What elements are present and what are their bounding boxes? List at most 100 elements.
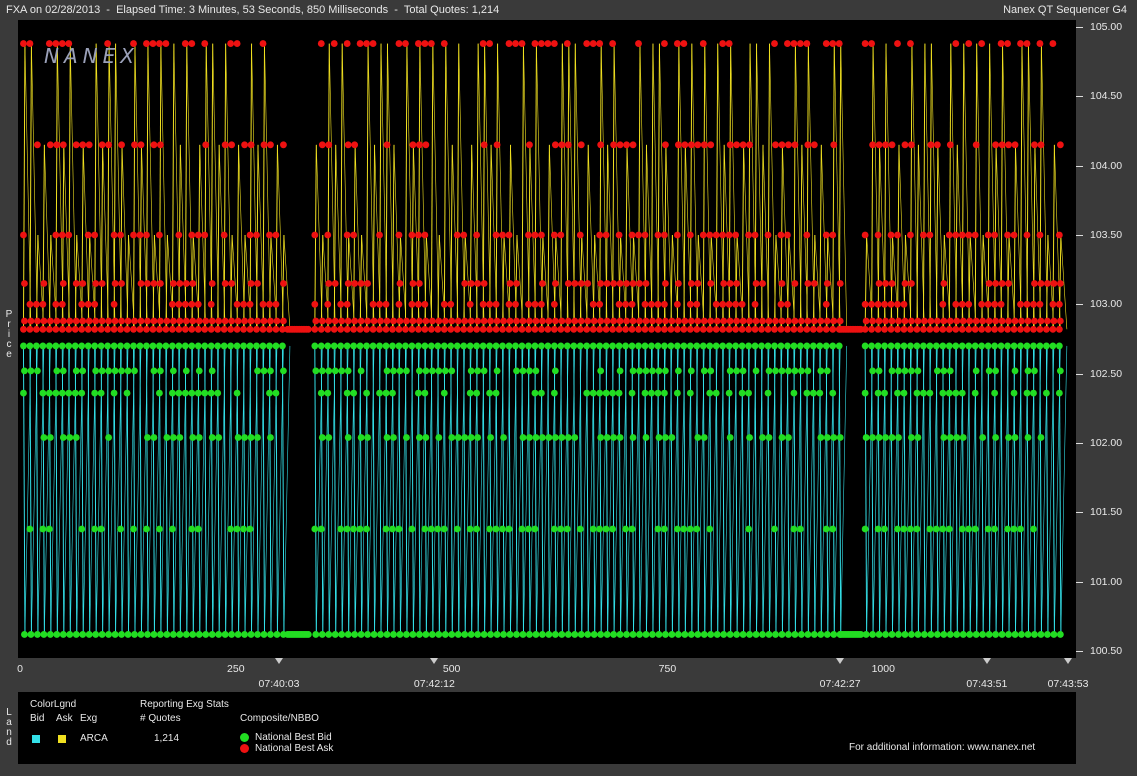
bid-point — [576, 342, 584, 350]
bid-point — [363, 389, 370, 397]
bid-line — [929, 345, 932, 635]
bid-point — [616, 434, 624, 441]
quote-chart[interactable] — [18, 20, 1076, 658]
bid-point — [84, 342, 92, 350]
ask-point — [752, 317, 760, 325]
ask-point — [797, 317, 805, 325]
bid-line — [508, 345, 512, 635]
ask-point — [415, 141, 423, 149]
ask-point — [143, 40, 150, 47]
ask-point — [699, 325, 707, 333]
bid-point — [117, 525, 124, 533]
ask-point — [571, 280, 579, 287]
bid-point — [765, 367, 773, 375]
land-label-char: d — [6, 737, 12, 748]
y-tick-mark — [1076, 651, 1083, 653]
ask-point — [966, 317, 974, 325]
bid-point — [168, 389, 176, 397]
ask-point — [875, 280, 883, 287]
bid-point — [557, 342, 565, 350]
bid-point — [628, 389, 636, 397]
ask-point — [480, 280, 488, 287]
ask-point — [1037, 280, 1045, 287]
bid-point — [169, 631, 177, 638]
bid-point — [311, 342, 319, 350]
ask-point — [169, 280, 177, 287]
ask-line — [204, 43, 207, 330]
bid-point — [493, 367, 501, 375]
bid-point — [215, 631, 223, 638]
ask-point — [719, 40, 727, 47]
ask-point — [105, 141, 113, 149]
ask-point — [965, 40, 973, 47]
ask-point — [733, 141, 741, 149]
ask-point — [596, 300, 604, 308]
bid-point — [597, 367, 605, 375]
bid-point — [655, 434, 663, 441]
ask-point — [609, 40, 617, 47]
ask-point — [461, 280, 469, 287]
bid-point — [997, 342, 1005, 350]
ask-point — [538, 325, 545, 333]
ask-point — [583, 325, 591, 333]
ask-point — [1017, 40, 1024, 47]
ask-point — [85, 141, 93, 149]
ask-point — [182, 280, 190, 287]
bid-line — [126, 345, 130, 635]
ask-point — [357, 317, 365, 325]
bid-point — [227, 342, 235, 350]
bid-point — [596, 389, 604, 397]
ask-line — [871, 43, 874, 330]
ask-point — [667, 325, 675, 333]
ask-point — [661, 40, 668, 47]
ask-point — [998, 141, 1006, 149]
bid-point — [583, 389, 591, 397]
ask-point — [538, 231, 545, 239]
ask-point — [720, 280, 728, 287]
ask-point — [79, 141, 87, 149]
ask-point — [324, 300, 332, 308]
ask-point — [84, 231, 92, 239]
plot-area[interactable]: NANEX — [18, 20, 1076, 658]
ask-point — [474, 317, 482, 325]
ask-point — [110, 325, 118, 333]
bid-point — [461, 631, 469, 638]
ask-point — [247, 280, 255, 287]
ask-point — [272, 325, 280, 333]
bid-point — [427, 525, 435, 533]
bid-point — [686, 342, 694, 350]
ask-point — [992, 280, 1000, 287]
bid-point — [408, 342, 416, 350]
bid-point — [220, 342, 228, 350]
ask-point — [732, 231, 740, 239]
bid-point — [771, 525, 778, 533]
ask-point — [719, 300, 727, 308]
bid-point — [188, 525, 196, 533]
ask-point — [822, 40, 830, 47]
ask-point — [78, 325, 86, 333]
ask-point — [493, 141, 501, 149]
nba-dot-icon — [240, 744, 249, 753]
ask-point — [254, 317, 261, 325]
ask-point — [1050, 317, 1058, 325]
ask-point — [610, 280, 618, 287]
ask-point — [623, 141, 630, 149]
ask-point — [91, 231, 99, 239]
ask-point — [499, 231, 506, 239]
ask-point — [751, 231, 759, 239]
ask-point — [40, 317, 48, 325]
bid-line — [411, 345, 414, 635]
ask-line — [107, 43, 110, 330]
ask-point — [221, 317, 229, 325]
bid-point — [1005, 434, 1012, 441]
bid-point — [486, 342, 494, 350]
bid-line — [715, 345, 719, 635]
bid-point — [131, 631, 138, 638]
ask-point — [992, 141, 1000, 149]
ask-point — [830, 141, 838, 149]
ask-point — [137, 280, 145, 287]
bid-line — [987, 345, 991, 635]
ask-point — [790, 325, 798, 333]
bid-point — [21, 631, 28, 638]
ask-point — [596, 231, 604, 239]
